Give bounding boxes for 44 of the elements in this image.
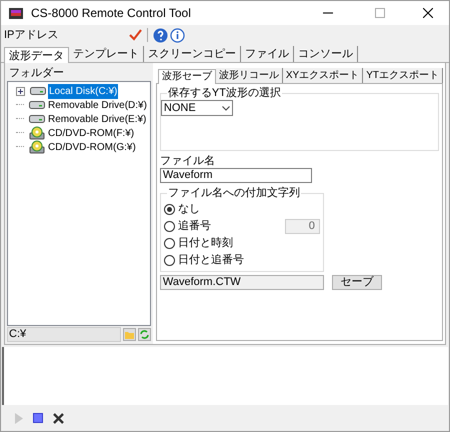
help-icon[interactable] xyxy=(153,28,168,42)
drive-icon xyxy=(29,114,45,124)
tree-item[interactable]: Removable Drive(D:¥) xyxy=(47,98,148,112)
radio-button[interactable] xyxy=(164,204,175,215)
tab[interactable]: YTエクスポート xyxy=(363,68,443,83)
ip-address-label: IPアドレス xyxy=(4,28,60,43)
checkmark-icon[interactable] xyxy=(129,29,142,41)
group-label: ファイル名への付加文字列 xyxy=(166,186,301,200)
filename-label: ファイル名 xyxy=(160,155,216,168)
radio-label: 日付と追番号 xyxy=(178,252,245,268)
radio-label: なし xyxy=(178,202,201,218)
output-filename-field: Waveform.CTW xyxy=(160,275,324,290)
radio-button[interactable] xyxy=(164,255,175,266)
filename-field[interactable]: Waveform xyxy=(160,168,312,183)
tree-item[interactable]: Removable Drive(E:¥) xyxy=(47,112,148,126)
radio-label: 日付と時刻 xyxy=(178,236,234,252)
cd-drive-icon xyxy=(29,140,45,154)
radio-button[interactable] xyxy=(164,238,175,249)
refresh-icon[interactable] xyxy=(138,328,151,341)
app-icon xyxy=(9,8,23,18)
drive-icon xyxy=(29,100,45,110)
path-field[interactable]: C:¥ xyxy=(7,327,121,342)
counter-field[interactable]: 0 xyxy=(284,219,320,234)
cd-drive-icon xyxy=(29,126,45,140)
close-icon[interactable] xyxy=(423,8,433,18)
save-button[interactable]: セーブ xyxy=(332,275,382,290)
info-icon[interactable] xyxy=(170,28,185,42)
chevron-down-icon xyxy=(222,106,230,110)
radio-button[interactable] xyxy=(164,221,175,232)
expand-toggle-icon[interactable] xyxy=(16,86,25,96)
tree-item[interactable]: CD/DVD-ROM(F:¥) xyxy=(47,126,136,140)
window-title: CS-8000 Remote Control Tool xyxy=(31,5,192,22)
tree-item[interactable]: Local Disk(C:¥) xyxy=(48,84,118,98)
tab[interactable]: 波形リコール xyxy=(216,68,283,83)
radio-label: 追番号 xyxy=(178,218,212,234)
group-label: 保存するYT波形の選択 xyxy=(166,86,282,100)
tab[interactable]: 波形セーブ xyxy=(158,69,216,84)
tree-item[interactable]: CD/DVD-ROM(G:¥) xyxy=(47,140,137,154)
drive-icon xyxy=(30,86,46,96)
folder-label: フォルダー xyxy=(8,66,65,80)
tab[interactable]: XYエクスポート xyxy=(282,68,364,83)
cross-icon[interactable] xyxy=(53,412,64,424)
waveform-dropdown[interactable]: NONE xyxy=(160,100,233,116)
tab[interactable]: 波形データ xyxy=(4,47,69,63)
